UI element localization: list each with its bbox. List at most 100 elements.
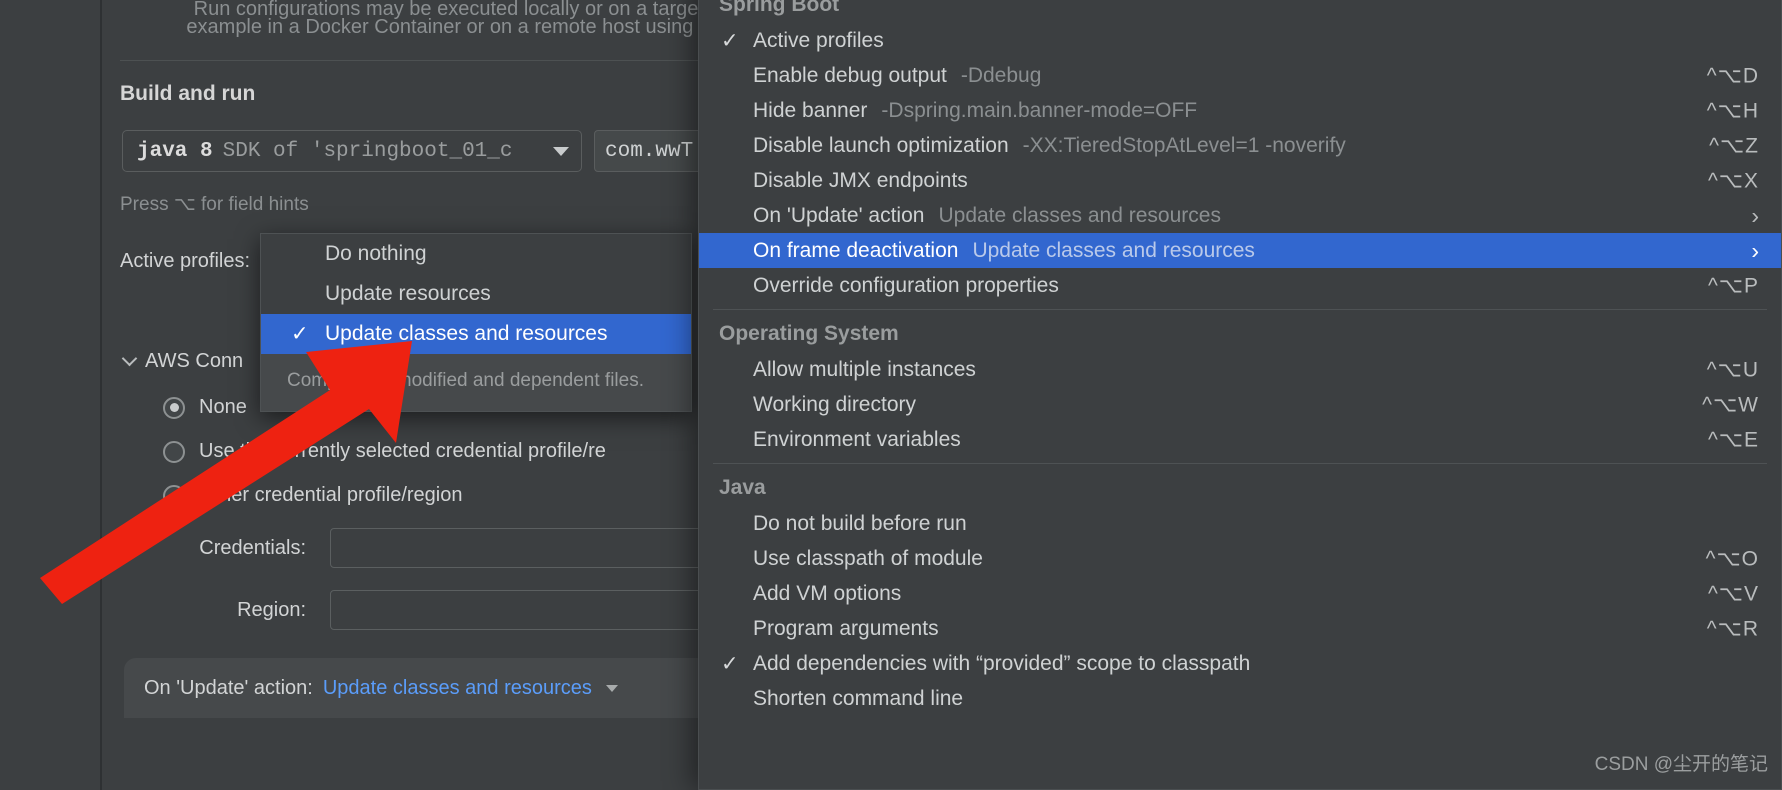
menu-item-shortcut: ^⌥E — [1707, 428, 1759, 451]
region-row: Region: — [156, 590, 730, 630]
on-update-action-popup: Do nothing Update resources ✓ Update cla… — [260, 233, 692, 412]
menu-item-hide-banner[interactable]: Hide banner -Dspring.main.banner-mode=OF… — [699, 93, 1781, 128]
popup-item-update-resources[interactable]: Update resources — [261, 274, 691, 314]
menu-item-program-arguments[interactable]: Program arguments ^⌥R — [699, 611, 1781, 646]
menu-item-allow-multiple-instances[interactable]: Allow multiple instances ^⌥U — [699, 352, 1781, 387]
menu-item-shortcut: ^⌥Z — [1709, 134, 1759, 157]
menu-item-add-vm-options[interactable]: Add VM options ^⌥V — [699, 576, 1781, 611]
menu-item-shortcut: ^⌥O — [1705, 547, 1759, 570]
radio-icon — [163, 440, 185, 463]
menu-item-label: Working directory — [753, 392, 916, 416]
menu-item-label: Program arguments — [753, 616, 939, 640]
field-hint-text: Press ⌥ for field hints — [120, 194, 309, 215]
menu-item-label: Use classpath of module — [753, 546, 983, 570]
menu-item-enable-debug-output[interactable]: Enable debug output -Ddebug ^⌥D — [699, 58, 1781, 93]
menu-item-working-directory[interactable]: Working directory ^⌥W — [699, 387, 1781, 422]
aws-radio-current-profile-label: Use the currently selected credential pr… — [199, 440, 606, 462]
menu-item-label: On 'Update' action — [753, 203, 925, 227]
menu-item-label: Add dependencies with “provided” scope t… — [753, 651, 1251, 675]
menu-item-value: -XX:TieredStopAtLevel=1 -noverify — [1022, 133, 1346, 157]
menu-item-shortcut: ^⌥H — [1706, 99, 1759, 122]
chevron-right-icon[interactable]: › — [1751, 239, 1759, 262]
popup-item-update-classes-and-resources[interactable]: ✓ Update classes and resources — [261, 314, 691, 354]
on-update-action-prefix: On 'Update' action: — [144, 676, 313, 699]
menu-item-label: Disable JMX endpoints — [753, 168, 968, 192]
on-update-action-link[interactable]: Update classes and resources — [323, 677, 592, 700]
sdk-combo-sub: SDK of 'springboot_01_c — [222, 139, 513, 163]
aws-radio-current-profile[interactable]: Use the currently selected credential pr… — [163, 440, 606, 463]
aws-radio-none-label: None — [199, 396, 247, 418]
aws-radio-other-profile-label: Other credential profile/region — [199, 484, 463, 506]
menu-item-label: On frame deactivation — [753, 238, 959, 262]
region-label: Region: — [237, 598, 306, 621]
on-update-action-bar[interactable]: On 'Update' action: Update classes and r… — [124, 658, 724, 718]
menu-group-title-spring-boot: Spring Boot — [719, 0, 840, 16]
check-icon: ✓ — [721, 29, 739, 52]
menu-item-add-provided-dependencies[interactable]: ✓ Add dependencies with “provided” scope… — [699, 646, 1781, 681]
aws-radio-other-profile[interactable]: Other credential profile/region — [163, 484, 462, 507]
aws-radio-none[interactable]: None — [163, 396, 247, 419]
menu-item-label: Enable debug output — [753, 63, 947, 87]
menu-item-label: Allow multiple instances — [753, 357, 976, 381]
menu-group-title-java: Java — [719, 476, 766, 499]
aws-connection-group-title: AWS Conn — [145, 350, 244, 372]
menu-item-disable-jmx-endpoints[interactable]: Disable JMX endpoints ^⌥X — [699, 163, 1781, 198]
menu-separator — [713, 463, 1767, 464]
sdk-combo[interactable]: java 8 SDK of 'springboot_01_c — [122, 130, 582, 172]
radio-icon — [163, 484, 185, 507]
menu-item-environment-variables[interactable]: Environment variables ^⌥E — [699, 422, 1781, 457]
menu-item-disable-launch-optimization[interactable]: Disable launch optimization -XX:TieredSt… — [699, 128, 1781, 163]
menu-item-on-frame-deactivation[interactable]: On frame deactivation Update classes and… — [699, 233, 1781, 268]
menu-item-label: Override configuration properties — [753, 273, 1059, 297]
menu-item-shorten-command-line[interactable]: Shorten command line — [699, 681, 1781, 716]
menu-item-value: Update classes and resources — [938, 203, 1221, 227]
menu-item-shortcut: ^⌥X — [1707, 169, 1759, 192]
menu-item-label: Environment variables — [753, 427, 961, 451]
menu-group-title-operating-system: Operating System — [719, 322, 899, 345]
menu-item-label: Shorten command line — [753, 686, 964, 710]
menu-item-label: Disable launch optimization — [753, 133, 1009, 157]
menu-item-active-profiles[interactable]: ✓ Active profiles — [699, 23, 1781, 58]
region-input[interactable] — [330, 590, 730, 630]
page-title: Build and run — [120, 82, 256, 105]
menu-item-shortcut: ^⌥D — [1706, 64, 1759, 87]
credentials-input[interactable] — [330, 528, 730, 568]
main-class-value: com.wwT — [605, 139, 694, 163]
dialog-left-gutter — [0, 0, 100, 790]
menu-item-label: Active profiles — [753, 28, 884, 52]
menu-item-override-configuration-properties[interactable]: Override configuration properties ^⌥P — [699, 268, 1781, 303]
menu-item-shortcut: ^⌥U — [1706, 358, 1759, 381]
sdk-combo-main: java 8 — [137, 139, 213, 163]
popup-item-label: Update resources — [325, 282, 491, 305]
popup-item-label: Do nothing — [325, 242, 427, 265]
menu-item-value: Update classes and resources — [972, 238, 1255, 262]
credentials-label: Credentials: — [199, 536, 306, 559]
chevron-right-icon[interactable]: › — [1751, 204, 1759, 227]
menu-item-label: Add VM options — [753, 581, 902, 605]
chevron-down-icon[interactable] — [553, 147, 569, 156]
popup-description: Compiles all modified and dependent file… — [261, 354, 691, 411]
menu-item-value: -Ddebug — [960, 63, 1042, 87]
radio-icon — [163, 396, 185, 419]
aws-connection-group-header[interactable]: AWS Conn — [121, 350, 244, 373]
popup-item-label: Update classes and resources — [325, 322, 608, 345]
check-icon: ✓ — [721, 652, 739, 675]
menu-item-label: Hide banner — [753, 98, 868, 122]
menu-item-shortcut: ^⌥P — [1707, 274, 1759, 297]
menu-item-value: -Dspring.main.banner-mode=OFF — [881, 98, 1198, 122]
check-icon: ✓ — [291, 322, 309, 346]
csdn-watermark: CSDN @尘开的笔记 — [1594, 754, 1768, 775]
menu-item-label: Do not build before run — [753, 511, 967, 535]
menu-item-shortcut: ^⌥W — [1702, 393, 1759, 416]
menu-item-on-update-action[interactable]: On 'Update' action Update classes and re… — [699, 198, 1781, 233]
menu-item-use-classpath-of-module[interactable]: Use classpath of module ^⌥O — [699, 541, 1781, 576]
menu-item-do-not-build-before-run[interactable]: Do not build before run — [699, 506, 1781, 541]
run-config-context-menu: Spring Boot ✓ Active profiles Enable deb… — [698, 0, 1782, 790]
chevron-down-icon[interactable] — [605, 684, 618, 692]
popup-item-do-nothing[interactable]: Do nothing — [261, 234, 691, 274]
active-profiles-label: Active profiles: — [120, 250, 251, 272]
menu-separator — [713, 309, 1767, 310]
credentials-row: Credentials: — [156, 528, 730, 568]
menu-item-shortcut: ^⌥V — [1707, 582, 1759, 605]
chevron-down-icon — [121, 350, 138, 367]
